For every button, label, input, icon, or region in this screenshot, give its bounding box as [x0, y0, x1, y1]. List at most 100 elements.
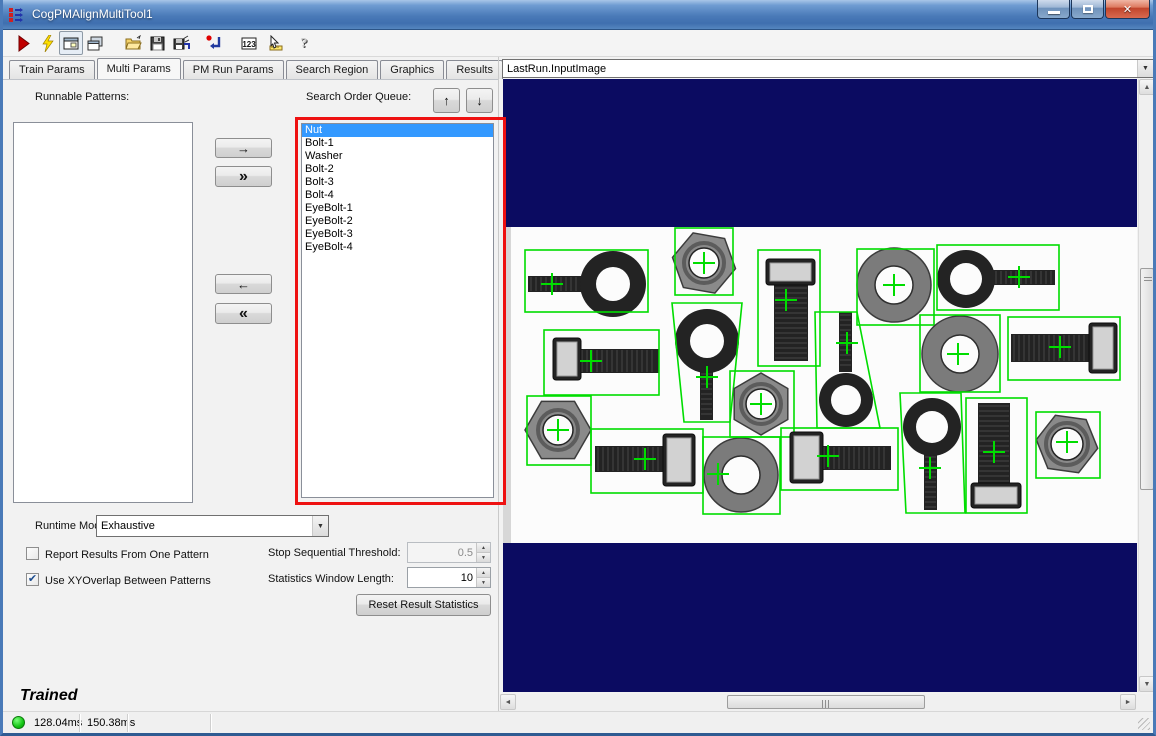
runtime-mode-value: Exhaustive — [97, 520, 312, 532]
inspection-image — [503, 79, 1137, 692]
toolbar-show-values-button[interactable]: 123 — [237, 31, 261, 55]
save-as-file-icon — [173, 35, 190, 52]
remove-all-patterns-button[interactable]: « — [215, 303, 272, 324]
resize-grip[interactable] — [1138, 718, 1150, 730]
stats-window-value: 10 — [408, 568, 476, 587]
stats-window-label: Statistics Window Length: — [268, 573, 394, 585]
chevron-down-icon: ▼ — [312, 516, 328, 536]
electric-run-icon — [39, 35, 56, 52]
add-all-patterns-button[interactable]: » — [215, 166, 272, 187]
runtime-mode-select[interactable]: Exhaustive ▼ — [96, 515, 329, 537]
toolbar-save-as-file-button[interactable] — [169, 31, 193, 55]
minimize-icon — [1048, 11, 1060, 14]
horizontal-scroll-thumb[interactable] — [727, 695, 925, 709]
run-status-icon — [12, 716, 25, 729]
toolbar-run-button[interactable] — [11, 31, 35, 55]
status-separator — [127, 714, 128, 732]
svg-text:123: 123 — [242, 40, 256, 49]
spinner-down-icon: ▼ — [477, 553, 490, 562]
tabpage-divider — [3, 79, 498, 80]
report-one-pattern-label: Report Results From One Pattern — [45, 549, 209, 561]
thumb-grip — [822, 700, 830, 708]
xy-overlap-label: Use XYOverlap Between Patterns — [45, 575, 211, 587]
spinner-down-icon[interactable]: ▼ — [477, 578, 490, 587]
tab-train-params[interactable]: Train Params — [9, 60, 95, 79]
vertical-scroll-thumb[interactable] — [1140, 268, 1154, 490]
down-arrow-icon: ↓ — [476, 94, 483, 107]
toolbar-show-tool-image-button[interactable] — [59, 31, 83, 55]
queue-move-up-button[interactable]: ↑ — [433, 88, 460, 113]
stats-window-spinner[interactable]: 10 ▲▼ — [407, 567, 491, 588]
right-arrow-icon: → — [237, 142, 250, 155]
toolbar-help-button[interactable]: ?? — [293, 31, 317, 55]
run-icon — [15, 35, 32, 52]
left-arrow-icon: ← — [237, 278, 250, 291]
runnable-patterns-label: Runnable Patterns: — [35, 91, 129, 103]
horizontal-scrollbar[interactable]: ◄ ► — [500, 694, 1137, 711]
svg-text:?: ? — [300, 36, 307, 51]
show-values-icon: 123 — [241, 35, 258, 52]
toolbar-reset-tool-button[interactable] — [201, 31, 225, 55]
double-right-arrow-icon: » — [239, 169, 248, 185]
search-order-queue-label: Search Order Queue: — [306, 91, 411, 103]
tab-pm-run-params[interactable]: PM Run Params — [183, 60, 284, 79]
status-separator — [79, 714, 80, 732]
maximize-icon — [1083, 5, 1093, 13]
titlebar[interactable]: CogPMAlignMultiTool1 ✕ — [0, 0, 1156, 30]
tab-graphics[interactable]: Graphics — [380, 60, 444, 79]
toolbar-measure-pointer-button[interactable] — [263, 31, 287, 55]
total-time-value: 150.38ms — [87, 717, 135, 729]
toolbar-float-tool-image-button[interactable] — [83, 31, 107, 55]
report-one-pattern-checkbox[interactable] — [26, 547, 39, 560]
reset-tool-icon — [205, 35, 222, 52]
toolbar-electric-run-button[interactable] — [35, 31, 59, 55]
scrollbar-corner — [1137, 694, 1156, 711]
app-icon — [9, 7, 25, 23]
help-icon: ?? — [297, 35, 314, 52]
minimize-button[interactable] — [1037, 0, 1070, 19]
image-display[interactable] — [503, 79, 1137, 692]
stop-threshold-spinner: 0.5 ▲▼ — [407, 542, 491, 563]
reset-result-statistics-button[interactable]: Reset Result Statistics — [356, 594, 491, 616]
thumb-grip — [1144, 277, 1152, 283]
scroll-right-icon[interactable]: ► — [1120, 694, 1136, 710]
window-title: CogPMAlignMultiTool1 — [32, 7, 153, 21]
vertical-scrollbar[interactable]: ▲ ▼ — [1138, 79, 1154, 692]
open-file-icon — [125, 35, 142, 52]
tab-results[interactable]: Results — [446, 60, 503, 79]
show-tool-image-icon — [63, 35, 80, 52]
close-icon: ✕ — [1123, 3, 1132, 16]
display-image-value: LastRun.InputImage — [503, 63, 1137, 75]
stop-threshold-value: 0.5 — [408, 543, 476, 562]
status-bar: 128.04ms 150.38ms — [3, 711, 1153, 733]
status-separator — [210, 714, 211, 732]
double-left-arrow-icon: « — [239, 306, 248, 322]
toolbar-open-file-button[interactable] — [121, 31, 145, 55]
save-file-icon — [149, 35, 166, 52]
scroll-down-icon[interactable]: ▼ — [1139, 676, 1155, 692]
remove-pattern-button[interactable]: ← — [215, 274, 272, 294]
runnable-patterns-list[interactable] — [13, 122, 193, 503]
stop-threshold-label: Stop Sequential Threshold: — [268, 547, 401, 559]
app-window: CogPMAlignMultiTool1 ✕ 123?? Train Param… — [0, 0, 1156, 736]
tab-multi-params[interactable]: Multi Params — [97, 58, 181, 79]
close-button[interactable]: ✕ — [1105, 0, 1150, 19]
annotation-rectangle — [295, 117, 506, 505]
spinner-up-icon[interactable]: ▲ — [477, 568, 490, 578]
tab-search-region[interactable]: Search Region — [286, 60, 379, 79]
display-image-select[interactable]: LastRun.InputImage ▼ — [502, 59, 1154, 78]
toolbar: 123?? — [3, 30, 1153, 57]
scroll-left-icon[interactable]: ◄ — [500, 694, 516, 710]
trained-status-label: Trained — [20, 687, 78, 705]
xy-overlap-checkbox[interactable] — [26, 573, 39, 586]
toolbar-save-file-button[interactable] — [145, 31, 169, 55]
tab-strip: Train ParamsMulti ParamsPM Run ParamsSea… — [9, 59, 505, 79]
add-pattern-button[interactable]: → — [215, 138, 272, 158]
run-time-value: 128.04ms — [34, 717, 82, 729]
chevron-down-icon: ▼ — [1137, 60, 1153, 77]
maximize-button[interactable] — [1071, 0, 1104, 19]
float-tool-image-icon — [87, 35, 104, 52]
queue-move-down-button[interactable]: ↓ — [466, 88, 493, 113]
measure-pointer-icon — [267, 35, 284, 52]
scroll-up-icon[interactable]: ▲ — [1139, 79, 1155, 95]
